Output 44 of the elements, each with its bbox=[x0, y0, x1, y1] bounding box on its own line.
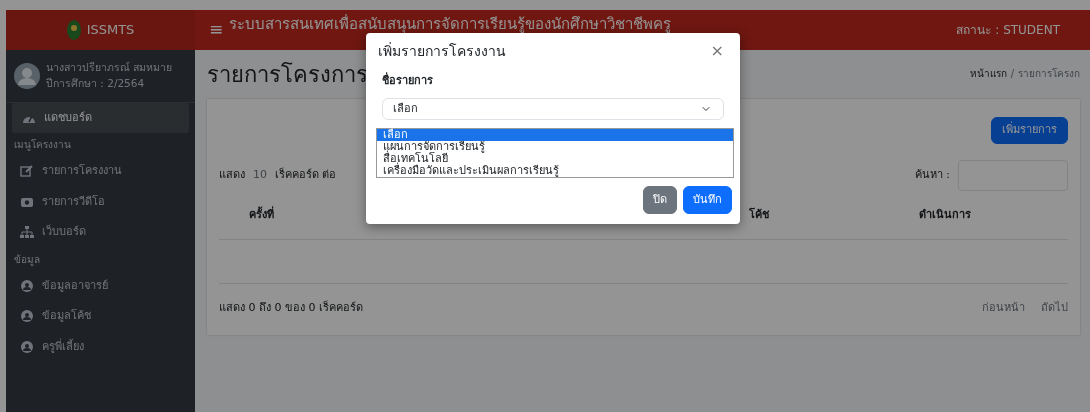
column-header[interactable]: โค้ช bbox=[749, 206, 919, 223]
page-size-select[interactable]: 10 bbox=[253, 166, 267, 184]
close-button[interactable]: × bbox=[706, 39, 728, 63]
column-header[interactable]: ดำเนินการ bbox=[919, 206, 1039, 223]
sidebar-item[interactable]: แดชบอร์ด bbox=[12, 102, 189, 133]
user-icon bbox=[20, 340, 34, 353]
sidebar-item[interactable]: ข้อมูลโค้ช bbox=[6, 301, 195, 332]
menu-heading: ข้อมูล bbox=[13, 252, 41, 268]
user-icon bbox=[20, 310, 34, 323]
previous-link[interactable]: ก่อนหน้า bbox=[982, 300, 1025, 317]
breadcrumb-current: รายการโครงก bbox=[1018, 68, 1080, 79]
next-link[interactable]: ถัดไป bbox=[1041, 300, 1068, 317]
save-button[interactable]: บันทึก bbox=[683, 185, 732, 214]
user-icon bbox=[20, 279, 34, 292]
breadcrumb-separator: / bbox=[1010, 68, 1014, 79]
dropdown-option[interactable]: เลือก bbox=[377, 129, 733, 141]
sidebar-item[interactable]: ครูพี่เลี้ยง bbox=[6, 331, 195, 362]
user-name: นางสาวปรียาภรณ์ สมหมาย bbox=[46, 60, 173, 75]
length-label: แสดง bbox=[219, 166, 245, 183]
menu-heading: เมนูโครงงาน bbox=[13, 138, 72, 153]
sidebar-item[interactable]: รายการวีดีโอ bbox=[6, 186, 195, 217]
camera-icon bbox=[20, 195, 34, 208]
sitemap-icon bbox=[20, 226, 34, 239]
close-button[interactable]: ปิด bbox=[643, 185, 677, 214]
sidebar-item[interactable]: รายการโครงงาน bbox=[6, 156, 195, 187]
menu-toggle[interactable]: ≡ bbox=[209, 17, 224, 43]
sidebar-item[interactable]: ข้อมูลอาจารย์ bbox=[6, 270, 195, 301]
table-info: แสดง 0 ถึง 0 ของ 0 เร็คคอร์ด bbox=[219, 300, 363, 316]
length-label: เร็คคอร์ด ต่อ bbox=[275, 166, 337, 183]
avatar bbox=[14, 62, 40, 89]
edit-icon bbox=[20, 165, 34, 178]
school-year: ปีการศึกษา : 2/2564 bbox=[46, 75, 146, 91]
user-role: สถานะ : STUDENT bbox=[956, 22, 1060, 39]
modal-title: เพิ่มรายการโครงงาน bbox=[378, 41, 506, 61]
add-button[interactable]: เพิ่มรายการ bbox=[991, 117, 1068, 144]
search-label: ค้นหา : bbox=[914, 166, 950, 183]
item-select[interactable]: เลือก bbox=[382, 97, 724, 120]
breadcrumb-link[interactable]: หน้าแรก bbox=[969, 68, 1007, 79]
brand-name[interactable]: ISSMTS bbox=[86, 20, 135, 40]
app-title: ระบบสารสนเทศเพื่อสนับสนุนการจัดการเรียนรู้ของนักศึกษาวิชาชีพครู bbox=[229, 13, 673, 33]
field-label: ชื่อรายการ bbox=[382, 73, 434, 89]
page-title: รายการโครงการ bbox=[207, 61, 368, 89]
logo-icon bbox=[66, 20, 81, 40]
sidebar-item[interactable]: เว็บบอร์ด bbox=[6, 217, 195, 248]
